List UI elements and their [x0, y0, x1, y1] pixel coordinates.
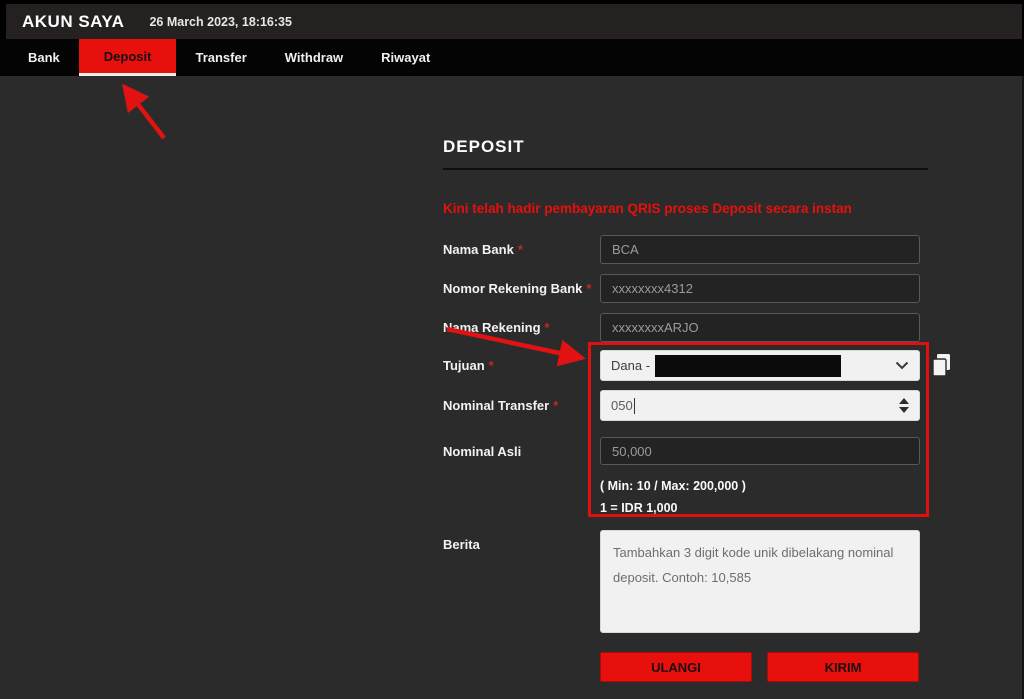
tab-riwayat[interactable]: Riwayat: [362, 39, 449, 76]
label-nama-bank: Nama Bank*: [443, 235, 598, 264]
main-nav: Bank Deposit Transfer Withdraw Riwayat: [0, 39, 1024, 76]
label-nominal-asli: Nominal Asli: [443, 437, 598, 466]
text-cursor: [634, 398, 635, 414]
datetime-display: 26 March 2023, 18:16:35: [149, 15, 291, 29]
nama-rekening-input[interactable]: [600, 313, 920, 342]
min-max-note: ( Min: 10 / Max: 200,000 ): [600, 479, 746, 493]
nomor-rekening-bank-input[interactable]: [600, 274, 920, 303]
nama-bank-input[interactable]: [600, 235, 920, 264]
tab-bank[interactable]: Bank: [9, 39, 79, 76]
number-stepper[interactable]: [899, 398, 909, 413]
app-title: AKUN SAYA: [22, 12, 124, 32]
nominal-transfer-value: 050: [611, 398, 633, 413]
heading-divider: [443, 168, 928, 170]
required-asterisk: *: [553, 398, 558, 413]
page: AKUN SAYA 26 March 2023, 18:16:35 Bank D…: [0, 0, 1024, 699]
top-header-bar: AKUN SAYA 26 March 2023, 18:16:35: [6, 4, 1022, 39]
tujuan-select[interactable]: Dana -: [600, 350, 920, 381]
required-asterisk: *: [489, 358, 494, 373]
nominal-transfer-input[interactable]: 050: [600, 390, 920, 421]
ulangi-button[interactable]: ULANGI: [600, 652, 752, 682]
label-nominal-transfer: Nominal Transfer*: [443, 391, 598, 420]
label-berita: Berita: [443, 530, 598, 559]
label-nomor-rekening-bank: Nomor Rekening Bank*: [443, 274, 598, 303]
tab-withdraw[interactable]: Withdraw: [266, 39, 362, 76]
chevron-down-icon: [895, 361, 909, 370]
required-asterisk: *: [586, 281, 591, 296]
tujuan-selected-value: Dana -: [611, 358, 650, 373]
label-nama-rekening: Nama Rekening*: [443, 313, 598, 342]
nominal-asli-input[interactable]: [600, 437, 920, 465]
tab-deposit[interactable]: Deposit: [79, 39, 177, 76]
copy-icon[interactable]: [930, 352, 954, 380]
required-asterisk: *: [545, 320, 550, 335]
qris-notice: Kini telah hadir pembayaran QRIS proses …: [443, 201, 933, 216]
kirim-button[interactable]: KIRIM: [767, 652, 919, 682]
stepper-up-icon[interactable]: [899, 398, 909, 404]
required-asterisk: *: [518, 242, 523, 257]
berita-textarea[interactable]: Tambahkan 3 digit kode unik dibelakang n…: [600, 530, 920, 633]
redaction-box: [655, 355, 841, 377]
stepper-down-icon[interactable]: [899, 407, 909, 413]
rate-note: 1 = IDR 1,000: [600, 501, 677, 515]
label-tujuan: Tujuan*: [443, 351, 598, 380]
page-title: DEPOSIT: [443, 137, 525, 157]
tab-transfer[interactable]: Transfer: [176, 39, 265, 76]
